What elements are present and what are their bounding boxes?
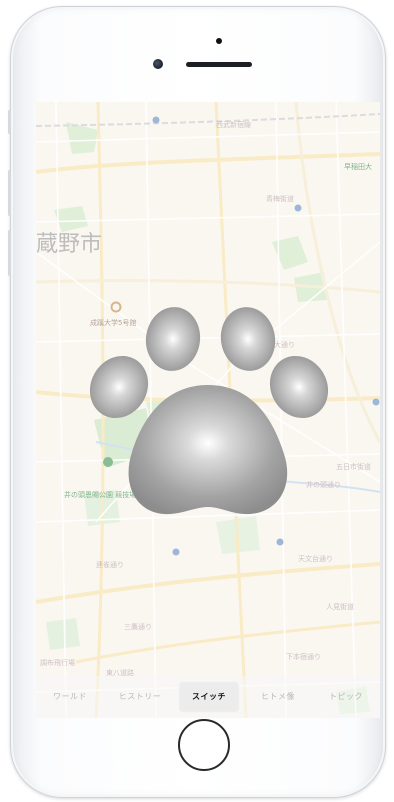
paw-toe-center-right <box>220 307 276 371</box>
app-screen: 蔵野市 成蹊大学5号館 井の頭恩賜公園 競技場 西武新宿線 早稲田大 五日市街道… <box>36 102 380 718</box>
volume-up-button <box>8 170 11 216</box>
tab-history[interactable]: ヒストリー <box>108 683 172 711</box>
tab-hitome[interactable]: ヒトメ像 <box>246 683 310 711</box>
front-camera <box>153 59 163 69</box>
tab-world[interactable]: ワールド <box>42 683 98 711</box>
home-button[interactable] <box>178 719 230 771</box>
tab-topic[interactable]: トピック <box>316 683 376 711</box>
mute-switch <box>8 110 11 134</box>
tab-bar: ワールド ヒストリー スイッチ ヒトメ像 トピック <box>36 676 380 718</box>
paw-toe-center-left <box>145 307 201 371</box>
earpiece-speaker <box>186 62 252 67</box>
paw-main-pad <box>128 385 288 515</box>
paw-print-icon[interactable] <box>36 102 380 718</box>
volume-down-button <box>8 230 11 276</box>
proximity-sensor <box>216 38 222 44</box>
tab-switch[interactable]: スイッチ <box>180 683 238 711</box>
paw-toe-left <box>89 355 149 419</box>
